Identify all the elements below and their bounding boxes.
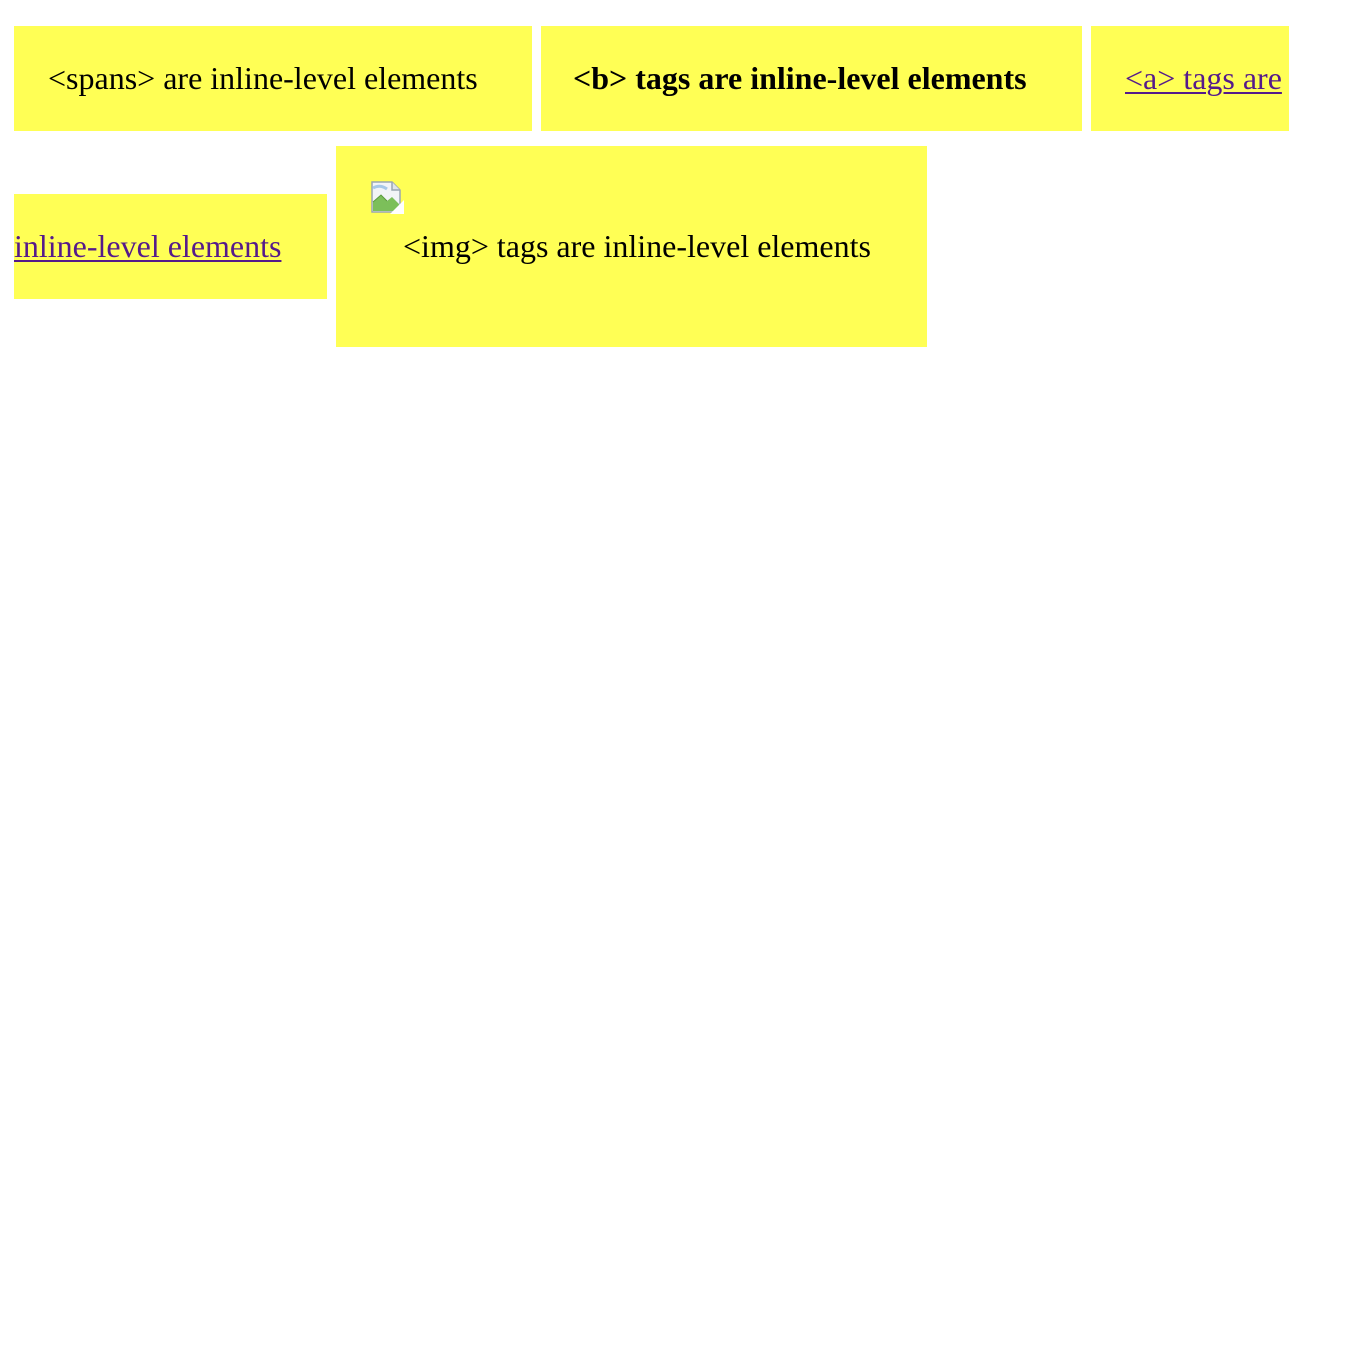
link-demo-box-line1: <a> tags are bbox=[1091, 26, 1289, 131]
link-demo-box-line2: inline-level elements bbox=[14, 194, 327, 299]
bold-demo-box: <b> tags are inline-level elements bbox=[541, 26, 1082, 131]
img-demo-box: <img> tags are inline-level elements bbox=[336, 146, 927, 347]
span-demo-text: <spans> are inline-level elements bbox=[48, 60, 478, 96]
window-corner-right bbox=[1344, 1342, 1368, 1366]
broken-image-icon bbox=[370, 180, 404, 214]
link-demo-text-line2[interactable]: inline-level elements bbox=[14, 230, 281, 262]
link-demo-text-line1[interactable]: <a> tags are bbox=[1125, 62, 1282, 94]
img-demo-text: <img> tags are inline-level elements bbox=[403, 228, 871, 264]
bold-demo-text: <b> tags are inline-level elements bbox=[573, 60, 1027, 96]
span-demo-box: <spans> are inline-level elements bbox=[14, 26, 532, 131]
window-corner-left bbox=[0, 1342, 24, 1366]
